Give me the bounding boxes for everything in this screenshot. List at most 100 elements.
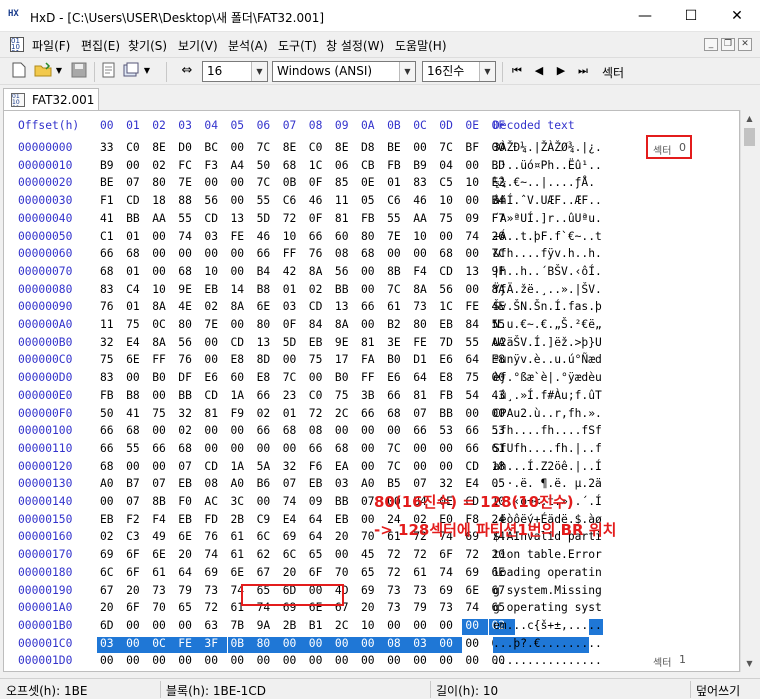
hex-byte[interactable]: C0 (306, 141, 332, 157)
hex-byte[interactable]: 8E (280, 141, 306, 157)
hex-byte[interactable]: 75 (306, 353, 332, 369)
hex-byte[interactable]: 00 (358, 460, 384, 476)
hex-byte[interactable]: 6E (149, 548, 175, 564)
hex-byte[interactable]: 00 (462, 407, 488, 423)
hex-byte[interactable]: 00 (149, 265, 175, 281)
hex-byte[interactable]: 00 (306, 371, 332, 387)
hex-byte[interactable]: 55 (123, 442, 149, 458)
hex-byte[interactable]: E6 (436, 353, 462, 369)
hex-byte[interactable]: 02 (306, 283, 332, 299)
hex-byte[interactable]: 68 (358, 247, 384, 263)
save-icon[interactable] (70, 62, 88, 80)
hex-byte[interactable]: 00 (201, 247, 227, 263)
hex-byte[interactable]: E8 (254, 371, 280, 387)
hex-byte[interactable]: 46 (254, 230, 280, 246)
hex-byte[interactable]: 55 (254, 194, 280, 210)
hex-byte[interactable]: 00 (436, 230, 462, 246)
hex-byte[interactable]: F3 (201, 159, 227, 175)
hex-byte[interactable]: 49 (149, 530, 175, 546)
hex-byte[interactable]: 00 (332, 548, 358, 564)
close-button[interactable]: ✕ (714, 0, 760, 32)
hex-byte[interactable]: 7E (384, 230, 410, 246)
hex-byte[interactable]: B8 (254, 283, 280, 299)
hex-byte[interactable]: 66 (462, 442, 488, 458)
hex-byte[interactable]: FC (175, 159, 201, 175)
hex-byte[interactable]: 56 (436, 283, 462, 299)
hex-byte[interactable]: 6F (123, 566, 149, 582)
hex-byte[interactable]: 56 (332, 265, 358, 281)
hex-byte[interactable]: 80 (175, 318, 201, 334)
hex-byte[interactable]: 00 (436, 654, 462, 670)
hex-byte[interactable]: 65 (358, 566, 384, 582)
hex-byte[interactable]: 23 (280, 389, 306, 405)
hex-byte[interactable]: FB (358, 212, 384, 228)
hex-byte[interactable]: C0 (123, 141, 149, 157)
hex-byte[interactable]: 8A (149, 300, 175, 316)
hex-byte[interactable]: FE (228, 230, 254, 246)
hex-byte[interactable]: 00 (175, 247, 201, 263)
hex-byte[interactable]: 79 (410, 601, 436, 617)
hex-byte[interactable]: 10 (201, 265, 227, 281)
hex-byte[interactable]: EB (97, 513, 123, 529)
hex-byte[interactable]: 88 (175, 194, 201, 210)
hex-byte[interactable]: 00 (436, 636, 463, 653)
decoded-text[interactable]: èƒ.°ßæ`è|.°ÿædèu (493, 371, 602, 387)
hex-byte[interactable]: 05 (358, 194, 384, 210)
hex-byte[interactable]: 72 (462, 548, 488, 564)
hex-byte[interactable]: 0F (306, 212, 332, 228)
hex-byte[interactable]: FF (358, 371, 384, 387)
hex-byte[interactable]: 6C (97, 566, 123, 582)
hex-byte[interactable]: 61 (228, 548, 254, 564)
hex-byte[interactable]: 84 (462, 318, 488, 334)
hex-byte[interactable]: 00 (228, 265, 254, 281)
hex-byte[interactable]: 72 (201, 601, 227, 617)
decoded-text[interactable]: ...þ?.€......... (493, 637, 602, 653)
hex-byte[interactable]: 00 (254, 654, 280, 670)
hex-byte[interactable]: 00 (358, 318, 384, 334)
hex-byte[interactable]: 61 (149, 566, 175, 582)
hex-byte[interactable]: C4 (123, 283, 149, 299)
menu-window[interactable]: 창 설정(W) (326, 37, 384, 54)
hex-byte[interactable]: 00 (436, 619, 462, 635)
hex-byte[interactable]: 17 (332, 353, 358, 369)
hex-byte[interactable]: B7 (123, 477, 149, 493)
hex-byte[interactable]: 75 (97, 353, 123, 369)
hex-byte[interactable]: 68 (123, 247, 149, 263)
hex-byte[interactable]: 68 (97, 460, 123, 476)
hex-byte[interactable]: 74 (175, 230, 201, 246)
hex-byte[interactable]: EA (332, 460, 358, 476)
hex-byte[interactable]: 1A (228, 460, 254, 476)
hex-byte[interactable]: 84 (306, 318, 332, 334)
hex-byte[interactable]: 08 (332, 247, 358, 263)
hex-byte[interactable]: 8A (228, 300, 254, 316)
hex-byte[interactable]: 07 (123, 176, 149, 192)
hex-byte[interactable]: 00 (358, 442, 384, 458)
hex-byte[interactable]: 00 (175, 654, 201, 670)
hex-byte[interactable]: EB (332, 513, 358, 529)
maximize-button[interactable]: ☐ (668, 0, 714, 32)
hex-byte[interactable]: 00 (384, 247, 410, 263)
hex-byte[interactable]: 01 (123, 230, 149, 246)
hex-byte[interactable]: 80 (149, 176, 175, 192)
hex-byte[interactable]: 6F (123, 548, 149, 564)
hex-byte[interactable]: 8B (149, 495, 175, 511)
hex-byte[interactable]: 00 (123, 636, 150, 653)
hex-byte[interactable]: 00 (149, 247, 175, 263)
hex-byte[interactable]: FE (462, 300, 488, 316)
hex-byte[interactable]: 00 (97, 654, 123, 670)
hex-byte[interactable]: 66 (306, 442, 332, 458)
hex-byte[interactable]: B6 (254, 477, 280, 493)
hex-byte[interactable]: 69 (436, 584, 462, 600)
hex-byte[interactable]: B2 (384, 318, 410, 334)
hex-byte[interactable]: 80 (358, 230, 384, 246)
hex-byte[interactable]: 2B (280, 619, 306, 635)
hex-byte[interactable]: F0 (175, 495, 201, 511)
hex-byte[interactable]: 03 (97, 636, 124, 653)
hex-byte[interactable]: 73 (410, 584, 436, 600)
hex-byte[interactable]: BB (123, 212, 149, 228)
decoded-text[interactable]: g system.Missing (493, 584, 602, 600)
hex-byte[interactable]: 01 (123, 265, 149, 281)
hex-byte[interactable]: D1 (410, 353, 436, 369)
hex-byte[interactable]: 80 (410, 318, 436, 334)
hex-byte[interactable]: 00 (201, 353, 227, 369)
